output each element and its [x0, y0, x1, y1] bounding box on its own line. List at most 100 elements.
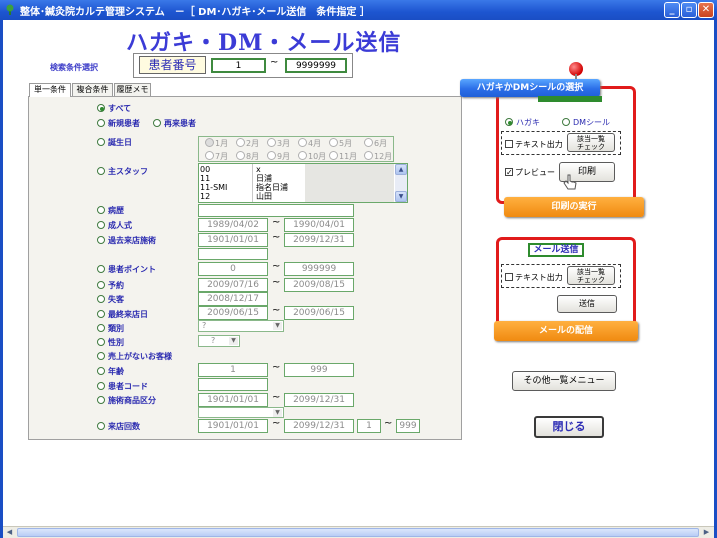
month-9[interactable]: 9月 [267, 151, 290, 162]
visit-count-from[interactable]: 1 [357, 419, 381, 433]
checkbox-mail-text-output[interactable] [505, 273, 513, 281]
staff-code[interactable]: 11 [200, 174, 210, 183]
radio-postcard[interactable] [505, 118, 513, 126]
patient-number-to-input[interactable]: 9999999 [285, 58, 347, 73]
radio-gender[interactable] [97, 338, 105, 346]
scrollbar-thumb[interactable] [17, 528, 699, 537]
label-no-sales: 売上がないお客様 [108, 352, 172, 361]
radio-past-treatment[interactable] [97, 236, 105, 244]
age-to[interactable]: 999 [284, 363, 354, 377]
treatment-product-select[interactable]: ▼ [198, 407, 284, 418]
maximize-button[interactable]: ▫ [681, 2, 697, 18]
radio-patient-code[interactable] [97, 382, 105, 390]
visit-count-date-from[interactable]: 1901/01/01 [198, 419, 268, 433]
range-tilde: ~ [270, 57, 279, 68]
staff-code[interactable]: 12 [200, 192, 210, 201]
treatment-product-to[interactable]: 2099/12/31 [284, 393, 354, 407]
radio-lapsed[interactable] [97, 295, 105, 303]
label-gender: 性別 [108, 338, 124, 347]
past-treatment-from[interactable]: 1901/01/01 [198, 233, 268, 247]
treatment-product-from[interactable]: 1901/01/01 [198, 393, 268, 407]
label-medical-history: 病歴 [108, 206, 124, 215]
scroll-right-icon[interactable]: ▶ [701, 528, 712, 537]
age-from[interactable]: 1 [198, 363, 268, 377]
month-3[interactable]: 3月 [267, 138, 290, 149]
month-12[interactable]: 12月 [364, 151, 392, 162]
scroll-down-icon[interactable]: ▼ [395, 191, 407, 202]
radio-dm-seal[interactable] [562, 118, 570, 126]
chevron-down-icon: ▼ [229, 337, 238, 345]
list-check-button[interactable]: 該当一覧 チェック [567, 133, 615, 152]
range-tilde: ~ [272, 418, 281, 429]
radio-category[interactable] [97, 324, 105, 332]
patient-code-input[interactable] [198, 378, 268, 391]
radio-visit-count[interactable] [97, 422, 105, 430]
tab-single-condition[interactable]: 単一条件 [29, 83, 71, 97]
mail-list-check-button[interactable]: 該当一覧 チェック [567, 266, 615, 285]
radio-medical-history[interactable] [97, 206, 105, 214]
radio-reservation[interactable] [97, 281, 105, 289]
gender-select[interactable]: ? ▼ [198, 335, 240, 347]
month-11[interactable]: 11月 [329, 151, 357, 162]
lapsed-date[interactable]: 2008/12/17 [198, 292, 268, 306]
month-6[interactable]: 6月 [364, 138, 387, 149]
month-7[interactable]: 7月 [205, 151, 228, 162]
radio-returning-patient[interactable] [153, 119, 161, 127]
coming-of-age-from[interactable]: 1989/04/02 [198, 218, 268, 232]
radio-points[interactable] [97, 265, 105, 273]
window-title: 整体･鍼灸院カルテ管理システム －［ DM･ハガキ･メール送信 条件指定 ］ [20, 7, 370, 18]
reservation-from[interactable]: 2009/07/16 [198, 278, 268, 292]
radio-treatment-product[interactable] [97, 396, 105, 404]
close-window-button[interactable]: ✕ [698, 2, 714, 18]
radio-no-sales[interactable] [97, 352, 105, 360]
staff-name[interactable]: 山田 [256, 192, 272, 201]
search-condition-label: 検索条件選択 [50, 63, 98, 72]
month-8[interactable]: 8月 [236, 151, 259, 162]
radio-main-staff[interactable] [97, 167, 105, 175]
horizontal-scrollbar[interactable]: ◀ ▶ [3, 526, 714, 538]
reservation-to[interactable]: 2009/08/15 [284, 278, 354, 292]
month-10[interactable]: 10月 [298, 151, 326, 162]
tab-history-memo[interactable]: 履歴メモ [114, 83, 151, 96]
visit-count-to[interactable]: 999 [396, 419, 420, 433]
send-button[interactable]: 送信 [557, 295, 617, 313]
radio-last-visit[interactable] [97, 310, 105, 318]
past-treatment-to[interactable]: 2099/12/31 [284, 233, 354, 247]
close-button[interactable]: 閉じる [534, 416, 604, 438]
category-select[interactable]: ? ▼ [198, 320, 284, 332]
past-treatment-extra[interactable] [198, 248, 268, 260]
month-1[interactable]: 1月 [205, 138, 228, 149]
label-text-output: テキスト出力 [515, 140, 563, 149]
scroll-left-icon[interactable]: ◀ [4, 528, 15, 537]
last-visit-to[interactable]: 2009/06/15 [284, 306, 354, 320]
scroll-up-icon[interactable]: ▲ [395, 164, 407, 175]
visit-count-date-to[interactable]: 2099/12/31 [284, 419, 354, 433]
chevron-down-icon: ▼ [273, 409, 282, 417]
label-coming-of-age: 成人式 [108, 221, 132, 230]
month-2[interactable]: 2月 [236, 138, 259, 149]
radio-coming-of-age[interactable] [97, 221, 105, 229]
tab-compound-condition[interactable]: 複合条件 [72, 83, 113, 96]
month-5[interactable]: 5月 [329, 138, 352, 149]
radio-age[interactable] [97, 367, 105, 375]
staff-code[interactable]: 11-SMI [200, 183, 227, 192]
staff-name[interactable]: 日浦 [256, 174, 272, 183]
minimize-button[interactable]: _ [664, 2, 680, 18]
staff-name[interactable]: 指名日浦 [256, 183, 288, 192]
checkbox-preview[interactable]: ✓ [505, 168, 513, 177]
radio-birthday[interactable] [97, 138, 105, 146]
medical-history-input[interactable] [198, 204, 354, 217]
patient-number-from-input[interactable]: 1 [211, 58, 266, 73]
checkbox-text-output[interactable] [505, 140, 513, 148]
radio-new-patient[interactable] [97, 119, 105, 127]
coming-of-age-to[interactable]: 1990/04/01 [284, 218, 354, 232]
staff-name[interactable]: x [256, 165, 261, 174]
last-visit-from[interactable]: 2009/06/15 [198, 306, 268, 320]
points-from[interactable]: 0 [198, 262, 268, 276]
month-4[interactable]: 4月 [298, 138, 321, 149]
radio-all[interactable] [97, 104, 105, 112]
other-list-menu-button[interactable]: その他一覧メニュー [512, 371, 616, 391]
staff-code[interactable]: 00 [200, 165, 210, 174]
points-to[interactable]: 999999 [284, 262, 354, 276]
label-past-treatment: 過去来店施術 [108, 236, 156, 245]
